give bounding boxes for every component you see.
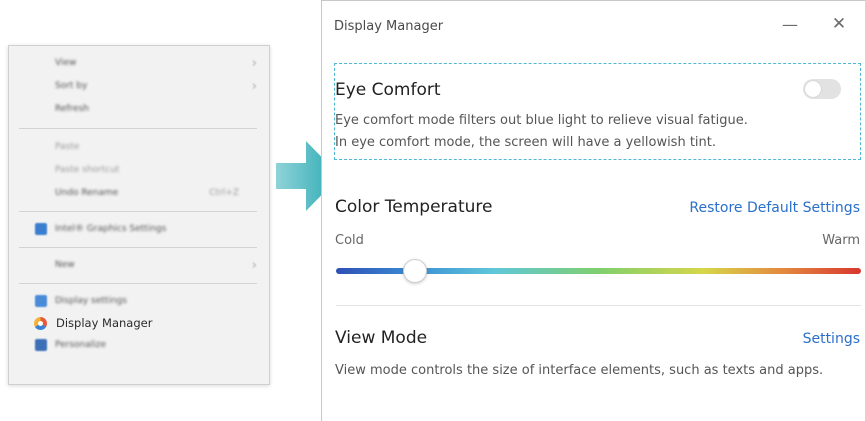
menu-item-paste-shortcut[interactable]: Paste shortcut [9, 159, 269, 181]
menu-item-new[interactable]: New › [9, 254, 269, 276]
display-manager-icon [34, 316, 47, 330]
restore-default-link[interactable]: Restore Default Settings [689, 200, 860, 216]
menu-item-intel-graphics[interactable]: Intel® Graphics Settings [9, 218, 269, 240]
minimize-button[interactable]: — [777, 11, 803, 37]
menu-item-label: Display settings [55, 296, 127, 306]
slider-thumb[interactable] [402, 259, 427, 283]
menu-item-personalize[interactable]: Personalize [9, 334, 269, 356]
warm-label: Warm [822, 233, 860, 248]
menu-item-display-manager[interactable]: Display Manager [9, 312, 269, 334]
menu-separator [19, 128, 257, 129]
eye-comfort-description: In eye comfort mode, the screen will hav… [335, 135, 717, 150]
menu-item-label: Undo Rename [55, 188, 119, 198]
view-mode-description: View mode controls the size of interface… [335, 363, 824, 378]
menu-item-label: Display Manager [56, 316, 153, 330]
menu-item-undo-rename[interactable]: Undo Rename Ctrl+Z [9, 182, 269, 204]
color-temperature-title: Color Temperature [335, 197, 493, 217]
eye-comfort-toggle[interactable] [803, 79, 841, 99]
context-menu: View › Sort by › Refresh Paste Paste sho… [8, 45, 270, 385]
cold-label: Cold [335, 233, 364, 248]
view-mode-title: View Mode [335, 328, 428, 348]
toggle-knob [805, 81, 821, 97]
eye-comfort-description: Eye comfort mode filters out blue light … [335, 113, 748, 128]
menu-item-label: Intel® Graphics Settings [55, 224, 167, 234]
section-divider [336, 305, 861, 306]
window-title: Display Manager [334, 19, 444, 34]
personalize-icon [35, 339, 47, 351]
menu-separator [19, 283, 257, 284]
intel-graphics-icon [35, 223, 47, 235]
view-mode-settings-link[interactable]: Settings [803, 331, 860, 347]
menu-separator [19, 247, 257, 248]
chevron-right-icon: › [251, 78, 257, 94]
menu-item-label: Paste [55, 142, 80, 152]
menu-item-refresh[interactable]: Refresh [9, 98, 269, 120]
menu-item-label: Sort by [55, 81, 88, 91]
display-settings-icon [35, 295, 47, 307]
menu-item-sort-by[interactable]: Sort by › [9, 75, 269, 97]
close-button[interactable]: ✕ [826, 11, 852, 37]
menu-item-label: Refresh [55, 104, 89, 114]
eye-comfort-title: Eye Comfort [335, 80, 441, 100]
chevron-right-icon: › [251, 257, 257, 273]
menu-item-view[interactable]: View › [9, 52, 269, 74]
menu-item-shortcut: Ctrl+Z [209, 188, 239, 198]
menu-item-label: Personalize [55, 340, 107, 350]
menu-item-paste[interactable]: Paste [9, 136, 269, 158]
menu-item-label: New [55, 260, 75, 270]
menu-item-label: Paste shortcut [55, 165, 120, 175]
menu-item-display-settings[interactable]: Display settings [9, 290, 269, 312]
menu-separator [19, 211, 257, 212]
display-manager-window: Display Manager — ✕ Eye Comfort Eye comf… [321, 0, 865, 421]
menu-item-label: View [55, 58, 77, 68]
chevron-right-icon: › [251, 55, 257, 71]
